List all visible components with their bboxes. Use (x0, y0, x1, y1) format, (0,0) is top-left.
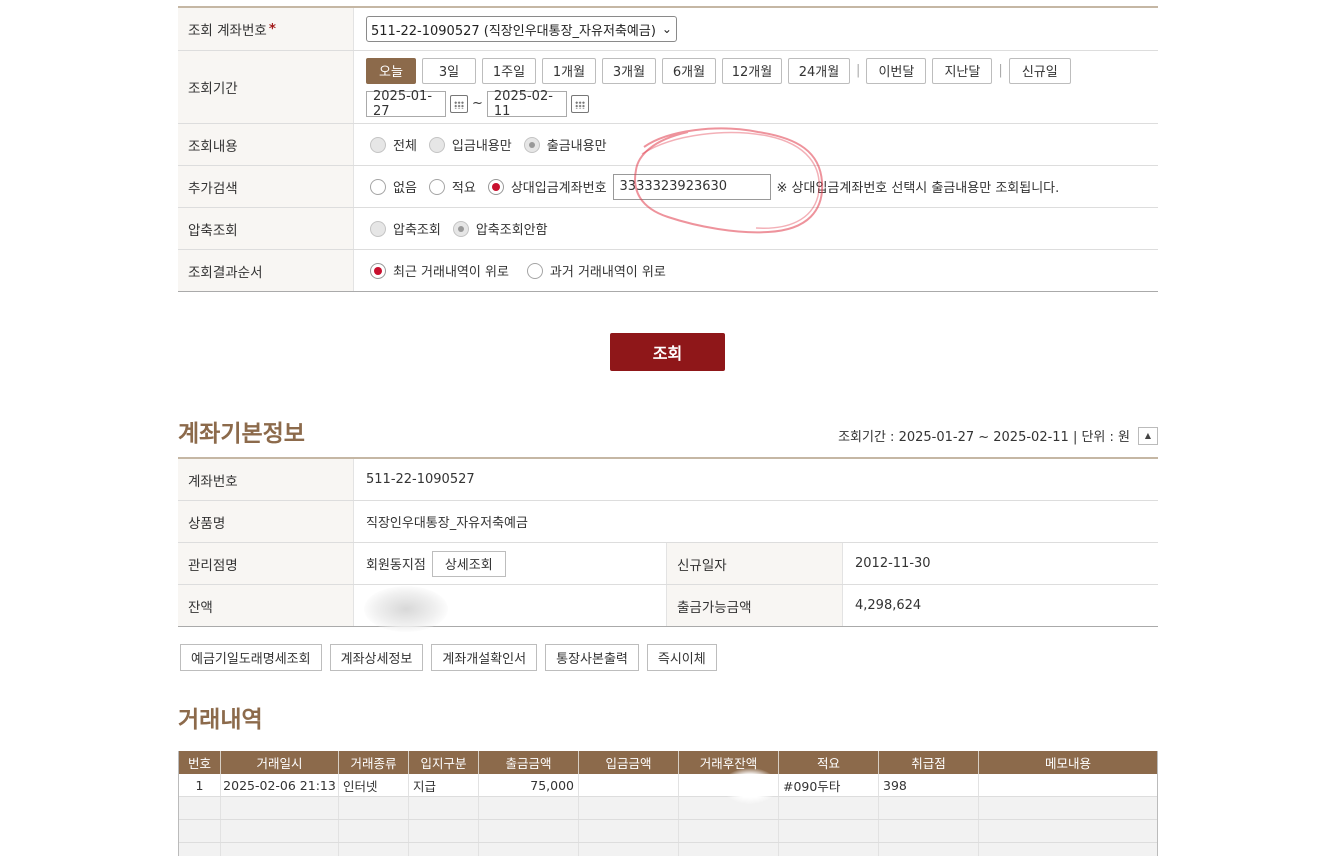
extra-account-radio[interactable]: 상대입금계좌번호 (487, 177, 607, 196)
chevron-down-icon: ⌄ (661, 22, 672, 36)
table-header: 번호 거래일시 거래종류 입지구분 출금금액 입금금액 거래후잔액 적요 취급점… (179, 751, 1157, 774)
date-from-input[interactable]: 2025-01-27 (366, 89, 446, 119)
period-row: 조회기간 오늘 3일 1주일 1개월 3개월 6개월 12개월 24개월 | 이… (178, 51, 1158, 124)
order-label: 조회결과순서 (178, 250, 354, 291)
period-3month-button[interactable]: 3개월 (602, 57, 656, 84)
period-this-month-button[interactable]: 이번달 (866, 57, 927, 84)
period-new-date-button[interactable]: 신규일 (1008, 57, 1071, 84)
table-row (179, 820, 1157, 843)
calendar-icon[interactable] (570, 94, 589, 113)
period-buttons: 오늘 3일 1주일 1개월 3개월 6개월 12개월 24개월 | 이번달 지난… (366, 57, 1077, 84)
search-button[interactable]: 조회 (610, 333, 725, 371)
date-to-input[interactable]: 2025-02-11 (486, 89, 567, 119)
content-label: 조회내용 (178, 124, 354, 165)
table-row (179, 797, 1157, 820)
period-6month-button[interactable]: 6개월 (662, 57, 716, 84)
period-24month-button[interactable]: 24개월 (788, 57, 850, 84)
passbook-copy-button[interactable]: 통장사본출력 (545, 644, 639, 671)
period-1month-button[interactable]: 1개월 (542, 57, 596, 84)
account-confirm-button[interactable]: 계좌개설확인서 (431, 644, 538, 671)
divider: | (998, 63, 1003, 78)
maturity-list-button[interactable]: 예금기일도래명세조회 (180, 644, 322, 671)
branch-detail-button[interactable]: 상세조회 (431, 550, 506, 577)
extra-memo-radio[interactable]: 적요 (428, 177, 476, 196)
calendar-icon[interactable] (450, 94, 468, 113)
account-no-value: 511-22-1090527 (366, 472, 475, 487)
product-value: 직장인우대통장_자유저축예금 (366, 516, 528, 531)
order-past-radio[interactable]: 과거 거래내역이 위로 (526, 261, 666, 280)
redaction-blur (364, 586, 448, 632)
required-mark: * (268, 21, 276, 37)
period-last-month-button[interactable]: 지난달 (932, 57, 993, 84)
compress-label: 압축조회 (178, 208, 354, 249)
opened-value: 2012-11-30 (855, 556, 931, 571)
extra-label: 추가검색 (178, 166, 354, 207)
redaction-blur (722, 768, 778, 804)
content-deposit-radio[interactable]: 입금내용만 (428, 135, 512, 154)
history-table: 번호 거래일시 거래종류 입지구분 출금금액 입금금액 거래후잔액 적요 취급점… (178, 751, 1158, 856)
table-row[interactable]: 1 2025-02-06 21:13 인터넷 지급 75,000 #090두타 … (179, 774, 1157, 797)
account-info-title: 계좌기본정보 (178, 421, 305, 447)
branch-value: 회원동지점 (366, 558, 426, 573)
history-title: 거래내역 (178, 707, 263, 733)
collapse-arrow-icon[interactable]: ▲ (1138, 426, 1158, 445)
account-select[interactable]: 511-22-1090527 (직장인우대통장_자유저축예금) ⌄ (366, 16, 677, 42)
branch-label: 관리점명 (178, 543, 354, 584)
extra-none-radio[interactable]: 없음 (370, 177, 417, 196)
action-buttons: 예금기일도래명세조회 계좌상세정보 계좌개설확인서 통장사본출력 즉시이체 (180, 644, 725, 671)
compress-off-radio[interactable]: 압축조회안함 (452, 219, 548, 238)
period-label: 조회기간 (178, 51, 354, 123)
hand-drawn-circle-annotation (634, 127, 824, 234)
compress-on-radio[interactable]: 압축조회 (370, 219, 441, 238)
account-row: 조회 계좌번호 * 511-22-1090527 (직장인우대통장_자유저축예금)… (178, 8, 1158, 51)
period-today-button[interactable]: 오늘 (366, 57, 416, 84)
period-3day-button[interactable]: 3일 (422, 57, 476, 84)
account-label: 조회 계좌번호 (188, 23, 267, 39)
balance-label: 잔액 (178, 585, 354, 626)
table-row (179, 843, 1157, 856)
date-range: 2025-01-27 ~ 2025-02-11 (366, 89, 593, 119)
period-12month-button[interactable]: 12개월 (722, 57, 782, 84)
account-no-label: 계좌번호 (178, 459, 354, 500)
opened-label: 신규일자 (667, 543, 843, 584)
instant-transfer-button[interactable]: 즉시이체 (646, 644, 717, 671)
content-withdraw-radio[interactable]: 출금내용만 (523, 135, 607, 154)
order-recent-radio[interactable]: 최근 거래내역이 위로 (370, 261, 509, 280)
date-separator: ~ (472, 96, 483, 111)
product-label: 상품명 (178, 501, 354, 542)
period-info: 조회기간 : 2025-01-27 ~ 2025-02-11 | 단위 : 원 … (838, 426, 1158, 445)
available-label: 출금가능금액 (667, 585, 843, 626)
account-detail-button[interactable]: 계좌상세정보 (329, 644, 424, 671)
period-1week-button[interactable]: 1주일 (482, 57, 536, 84)
order-row: 조회결과순서 최근 거래내역이 위로 과거 거래내역이 위로 (178, 250, 1158, 292)
divider: | (856, 63, 861, 78)
content-all-radio[interactable]: 전체 (370, 135, 417, 154)
available-value: 4,298,624 (855, 598, 922, 613)
account-info-table: 계좌번호 511-22-1090527 상품명 직장인우대통장_자유저축예금 관… (178, 457, 1158, 627)
